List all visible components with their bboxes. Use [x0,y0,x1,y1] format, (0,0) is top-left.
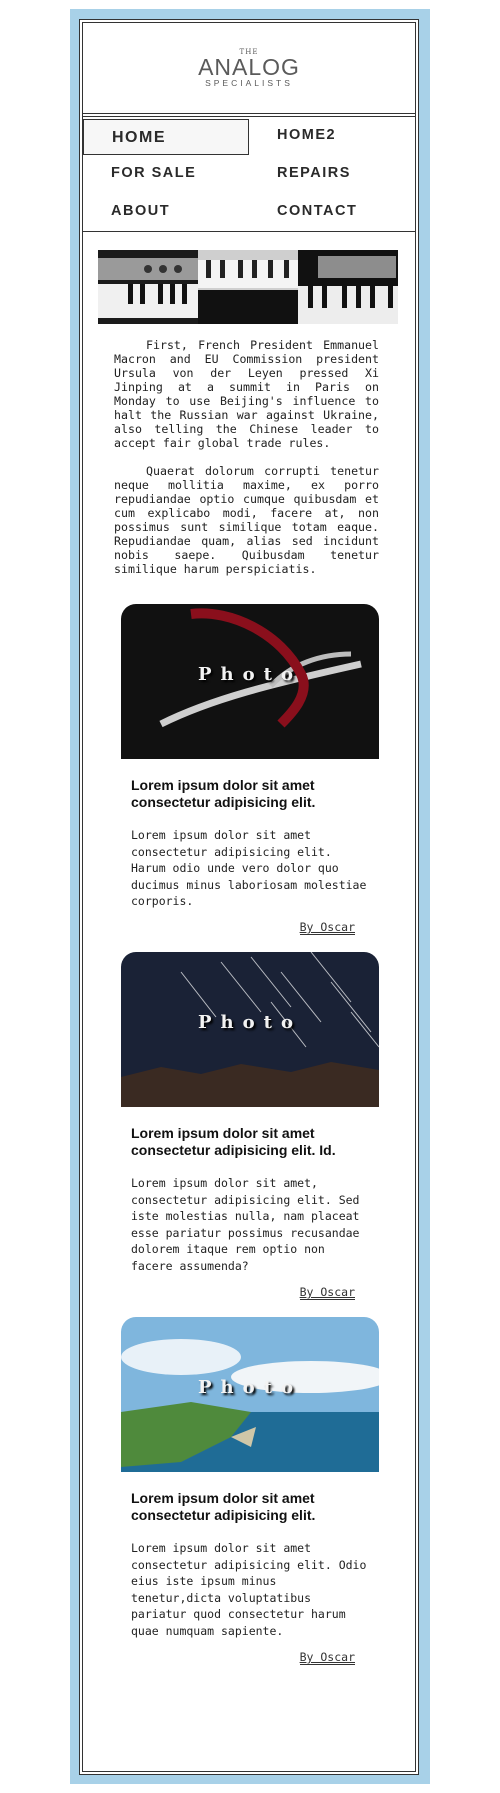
nav-for-sale[interactable]: FOR SALE [83,155,249,191]
piano-image-2 [198,250,298,324]
card-photo[interactable]: Photo [121,604,379,759]
piano-image-3 [298,250,398,324]
card-byline[interactable]: By Oscar [299,920,355,935]
intro-paragraph-1: First, French President Emmanuel Macron … [114,338,379,450]
card-title: Lorem ipsum dolor sit amet consectetur a… [131,1125,336,1158]
nav-repairs[interactable]: REPAIRS [249,155,415,191]
card-byline[interactable]: By Oscar [299,1285,355,1300]
page-inner-border: THE ANALOG SPECIALISTS HOME HOME2 FOR SA… [82,22,416,1772]
photo-label: Photo [198,1012,302,1033]
nav-home[interactable]: HOME [83,119,249,155]
page-frame: THE ANALOG SPECIALISTS HOME HOME2 FOR SA… [70,9,430,1784]
card-text: Lorem ipsum dolor sit amet, consectetur … [131,1176,360,1273]
main-nav: HOME HOME2 FOR SALE REPAIRS ABOUT CONTAC… [83,116,415,232]
header: THE ANALOG SPECIALISTS [83,23,415,114]
article-card: Photo Lorem ipsum dolor sit amet consect… [121,1317,379,1665]
card-photo[interactable]: Photo [121,952,379,1107]
photo-label: Photo [198,1377,302,1398]
nav-about[interactable]: ABOUT [83,193,249,229]
nav-contact[interactable]: CONTACT [249,193,415,229]
article-card: Photo Lorem ipsum dolor sit amet consect… [121,952,379,1300]
photo-label: Photo [198,664,302,685]
card-title: Lorem ipsum dolor sit amet consectetur a… [131,1490,316,1523]
piano-image-1 [98,250,198,324]
site-logo[interactable]: THE ANALOG SPECIALISTS [83,48,415,88]
card-photo[interactable]: Photo [121,1317,379,1472]
nav-home2[interactable]: HOME2 [249,117,415,153]
intro-paragraph-2: Quaerat dolorum corrupti tenetur neque m… [114,464,379,576]
card-text: Lorem ipsum dolor sit amet consectetur a… [131,1541,367,1638]
piano-banner [98,250,398,324]
card-text: Lorem ipsum dolor sit amet consectetur a… [131,828,367,908]
page-card: THE ANALOG SPECIALISTS HOME HOME2 FOR SA… [79,19,419,1775]
card-title: Lorem ipsum dolor sit amet consectetur a… [131,777,316,810]
card-byline[interactable]: By Oscar [299,1650,355,1665]
logo-sub: SPECIALISTS [205,78,293,88]
article-card: Photo Lorem ipsum dolor sit amet consect… [121,604,379,935]
logo-main: ANALOG [198,54,300,80]
